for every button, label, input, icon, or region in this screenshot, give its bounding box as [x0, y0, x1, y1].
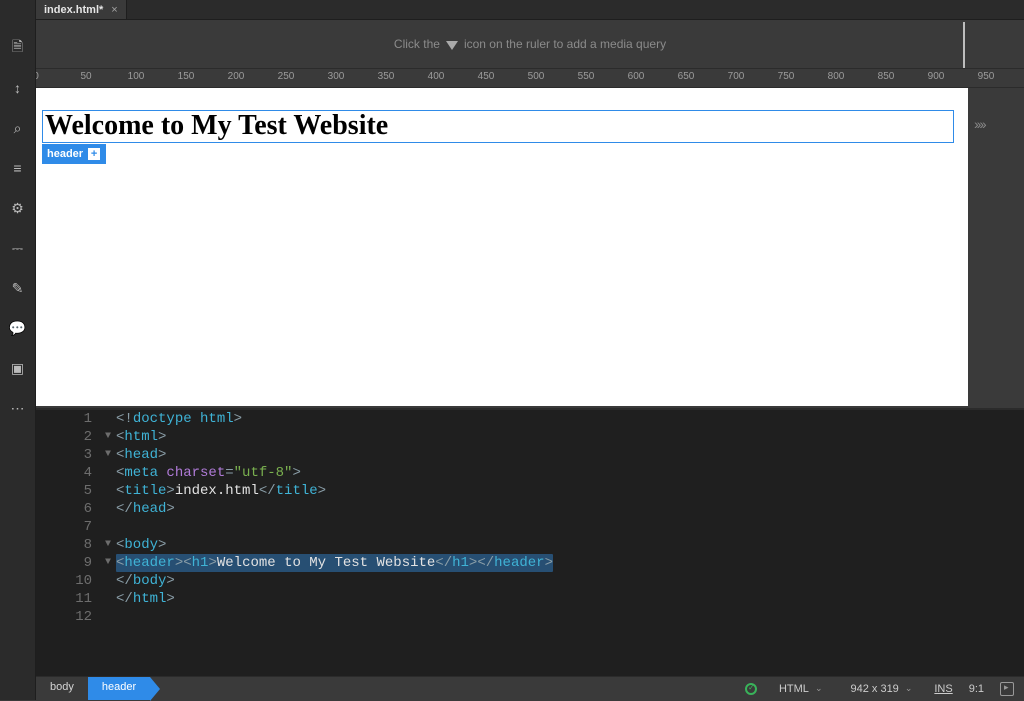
- ruler-tick: 250: [278, 71, 295, 82]
- chevron-down-icon: ⌄: [815, 683, 823, 694]
- code-content[interactable]: </html>: [116, 590, 175, 608]
- connector-icon[interactable]: ⎓: [8, 238, 28, 258]
- dom-breadcrumb: body header: [36, 677, 150, 700]
- comment-icon[interactable]: 💬: [8, 318, 28, 338]
- code-line[interactable]: 12: [36, 608, 1024, 626]
- line-number: 7: [36, 518, 100, 536]
- caret-position: 9:1: [969, 683, 984, 695]
- ruler-tick: 300: [328, 71, 345, 82]
- code-content[interactable]: <html>: [116, 428, 166, 446]
- ruler-tick: 50: [80, 71, 91, 82]
- code-content[interactable]: <!doctype html>: [116, 410, 242, 428]
- more-icon[interactable]: ⋯: [8, 398, 28, 418]
- file-tab-label: index.html*: [44, 4, 103, 16]
- language-label: HTML: [779, 683, 809, 695]
- line-number: 3: [36, 446, 100, 464]
- code-line[interactable]: 2▼<html>: [36, 428, 1024, 446]
- preview-in-browser-icon[interactable]: [1000, 682, 1014, 696]
- add-rule-icon[interactable]: +: [87, 147, 101, 161]
- expand-right-icon[interactable]: ››››: [974, 116, 985, 132]
- insert-mode[interactable]: INS: [934, 683, 952, 695]
- file-tab-bar: index.html* ×: [36, 0, 1024, 20]
- ruler-tick: 450: [478, 71, 495, 82]
- breadcrumb-body[interactable]: body: [36, 677, 88, 700]
- line-number: 2: [36, 428, 100, 446]
- breadcrumb-header[interactable]: header: [88, 677, 150, 700]
- line-number: 9: [36, 554, 100, 572]
- fold-toggle-icon[interactable]: ▼: [100, 554, 116, 572]
- viewport-size-select[interactable]: 942 x 319 ⌄: [844, 681, 918, 697]
- live-preview[interactable]: Welcome to My Test Website header + ››››: [36, 88, 968, 406]
- line-number: 8: [36, 536, 100, 554]
- ruler-tick: 150: [178, 71, 195, 82]
- code-content[interactable]: <title>index.html</title>: [116, 482, 326, 500]
- brush-icon[interactable]: ✎: [8, 278, 28, 298]
- line-number: 5: [36, 482, 100, 500]
- line-number: 6: [36, 500, 100, 518]
- ruler-tick: 850: [878, 71, 895, 82]
- triangle-icon: [446, 41, 458, 50]
- code-line[interactable]: 11 </html>: [36, 590, 1024, 608]
- inspect-icon[interactable]: ⌕: [8, 118, 28, 138]
- devices-icon[interactable]: ▣: [8, 358, 28, 378]
- code-line[interactable]: 3▼<head>: [36, 446, 1024, 464]
- sync-icon[interactable]: ↕: [8, 78, 28, 98]
- ruler-tick: 600: [628, 71, 645, 82]
- fold-toggle-icon[interactable]: ▼: [100, 446, 116, 464]
- ruler-tick: 950: [978, 71, 995, 82]
- file-new-icon[interactable]: 🗎: [8, 38, 28, 58]
- language-select[interactable]: HTML ⌄: [773, 681, 829, 697]
- selection-tag-text: header: [47, 148, 83, 160]
- close-icon[interactable]: ×: [111, 4, 117, 16]
- fold-toggle-icon[interactable]: ▼: [100, 428, 116, 446]
- status-bar: body header HTML ⌄ 942 x 319 ⌄ INS 9:1: [36, 676, 1024, 700]
- code-line[interactable]: 10 </body>: [36, 572, 1024, 590]
- code-line[interactable]: 1 <!doctype html>: [36, 410, 1024, 428]
- ruler-tick: 800: [828, 71, 845, 82]
- code-line[interactable]: 8▼<body>: [36, 536, 1024, 554]
- ruler-tick: 400: [428, 71, 445, 82]
- code-content[interactable]: <header><h1>Welcome to My Test Website</…: [116, 554, 553, 572]
- hint-text-before: Click the: [394, 37, 440, 51]
- line-number: 11: [36, 590, 100, 608]
- ruler-tick: 550: [578, 71, 595, 82]
- line-number: 10: [36, 572, 100, 590]
- code-content[interactable]: </body>: [116, 572, 175, 590]
- selection-tag-label[interactable]: header +: [42, 144, 106, 164]
- list-icon[interactable]: ≡: [8, 158, 28, 178]
- code-line[interactable]: 4 <meta charset="utf-8">: [36, 464, 1024, 482]
- code-content[interactable]: <head>: [116, 446, 166, 464]
- code-editor[interactable]: 1<!doctype html>2▼<html>3▼<head>4<meta c…: [36, 408, 1024, 676]
- ruler-tick: 200: [228, 71, 245, 82]
- line-number: 1: [36, 410, 100, 428]
- ruler[interactable]: 0 50 100 150 200 250 300 350 400 450 500 550 600 650 7…: [36, 68, 1024, 88]
- hint-text-after: icon on the ruler to add a media query: [464, 37, 666, 51]
- ruler-tick: 650: [678, 71, 695, 82]
- left-toolbar: 🗎 ↕ ⌕ ≡ ⚙ ⎓ ✎ 💬 ▣ ⋯: [0, 0, 36, 700]
- status-ok-icon[interactable]: [745, 683, 757, 695]
- code-content[interactable]: <body>: [116, 536, 166, 554]
- ruler-tick: 100: [128, 71, 145, 82]
- code-content[interactable]: <meta charset="utf-8">: [116, 464, 301, 482]
- ruler-tick: 750: [778, 71, 795, 82]
- settings-icon[interactable]: ⚙: [8, 198, 28, 218]
- code-line[interactable]: 9▼<header><h1>Welcome to My Test Website…: [36, 554, 1024, 572]
- code-line[interactable]: 7: [36, 518, 1024, 536]
- media-query-hint: Click the icon on the ruler to add a med…: [36, 20, 1024, 68]
- ruler-tick: 700: [728, 71, 745, 82]
- ruler-tick: 500: [528, 71, 545, 82]
- preview-heading[interactable]: Welcome to My Test Website: [42, 110, 954, 143]
- viewport-size-label: 942 x 319: [850, 683, 898, 695]
- code-line[interactable]: 5 <title>index.html</title>: [36, 482, 1024, 500]
- ruler-tick: 900: [928, 71, 945, 82]
- line-number: 12: [36, 608, 100, 626]
- chevron-down-icon: ⌄: [905, 683, 913, 694]
- code-line[interactable]: 6 </head>: [36, 500, 1024, 518]
- ruler-tick: 350: [378, 71, 395, 82]
- ruler-tick: 0: [36, 71, 39, 82]
- file-tab-index[interactable]: index.html* ×: [36, 0, 127, 19]
- line-number: 4: [36, 464, 100, 482]
- fold-toggle-icon[interactable]: ▼: [100, 536, 116, 554]
- code-content[interactable]: </head>: [116, 500, 175, 518]
